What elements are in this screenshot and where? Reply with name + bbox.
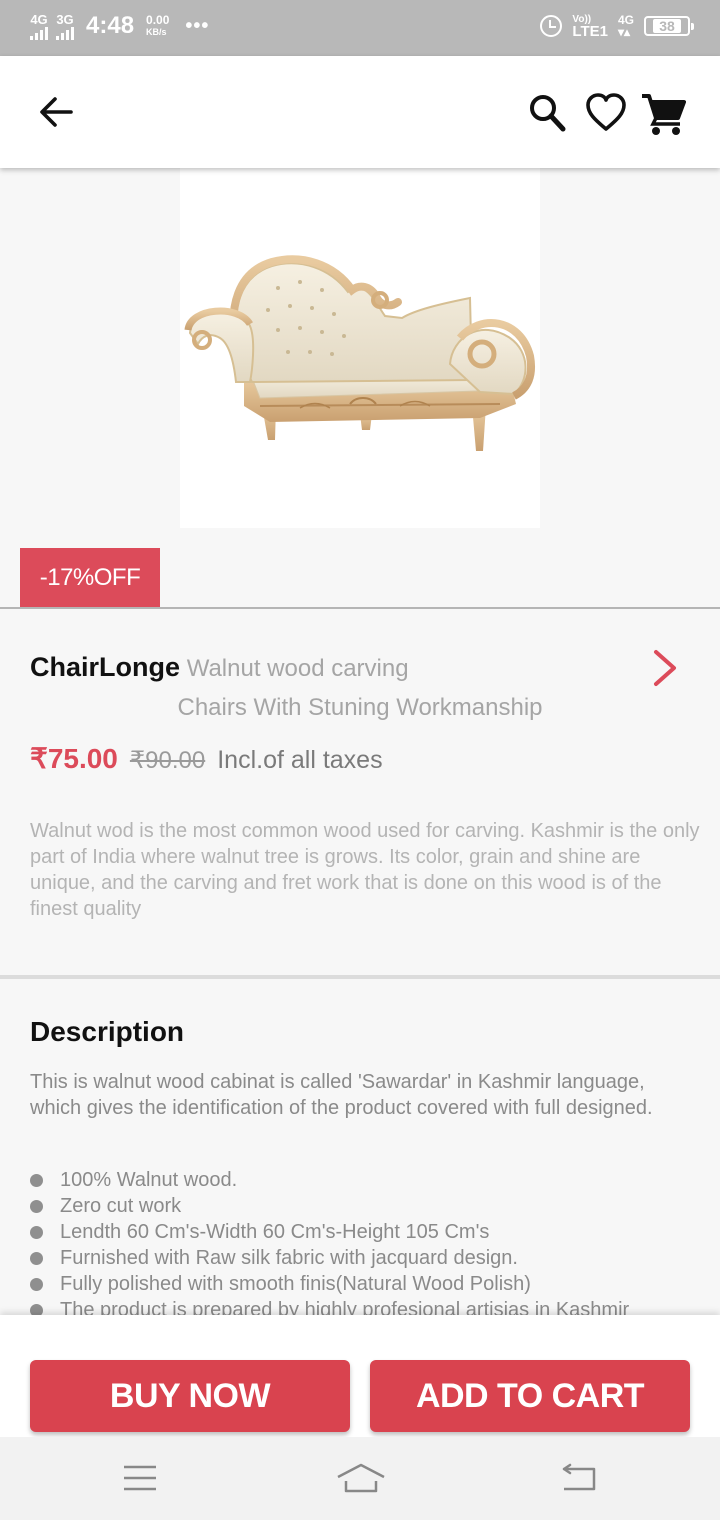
buy-now-button[interactable]: BUY NOW: [30, 1360, 350, 1432]
back-arrow-icon[interactable]: [36, 92, 76, 132]
product-subtitle-line2: Chairs With Stuning Workmanship: [177, 694, 543, 721]
system-nav-bar: [0, 1437, 720, 1520]
product-title: ChairLonge Walnut wood carving Chairs Wi…: [30, 648, 640, 727]
menu-icon[interactable]: [122, 1463, 158, 1493]
battery-icon: 38: [644, 16, 694, 36]
signal-4g-small-icon: 4G ▾▴: [617, 13, 634, 39]
chevron-right-icon[interactable]: [650, 648, 680, 688]
network-speed: 0.00 KB/s: [146, 13, 170, 37]
tax-note: Incl.of all taxes: [217, 746, 383, 774]
list-item: Zero cut work: [30, 1193, 710, 1219]
more-notifications-icon: •••: [185, 14, 210, 37]
description-heading: Description: [30, 1016, 185, 1047]
action-bar: BUY NOW ADD TO CART: [0, 1315, 720, 1437]
chaise-lounge-illustration: [184, 255, 535, 451]
short-description: Walnut wod is the most common wood used …: [30, 820, 700, 920]
feature-list: 100% Walnut wood. Zero cut work Lendth 6…: [30, 1167, 710, 1315]
description-body: This is walnut wood cabinat is called 'S…: [30, 1071, 653, 1119]
price-row: ₹75.00 ₹90.00 Incl.of all taxes: [30, 742, 383, 775]
list-item: Furnished with Raw silk fabric with jacq…: [30, 1245, 710, 1271]
bullet-icon: [30, 1225, 43, 1239]
list-item: Fully polished with smooth finis(Natural…: [30, 1271, 710, 1297]
bullet-icon: [30, 1173, 43, 1187]
signal-3g-icon: 3G: [56, 13, 74, 40]
search-icon[interactable]: [526, 92, 568, 134]
section-divider: [0, 975, 720, 979]
alarm-icon: [540, 15, 563, 37]
home-icon[interactable]: [336, 1463, 386, 1495]
bullet-icon: [30, 1199, 43, 1213]
price: ₹75.00: [30, 743, 118, 774]
list-item: The product is prepared by highly profes…: [30, 1297, 710, 1315]
bullet-icon: [30, 1303, 43, 1315]
divider: [0, 607, 720, 609]
product-name: ChairLonge: [30, 652, 181, 682]
old-price: ₹90.00: [129, 747, 206, 774]
app-bar: [0, 56, 720, 168]
clock: 4:48: [86, 12, 135, 39]
product-image[interactable]: [180, 168, 540, 528]
cart-icon[interactable]: [640, 92, 686, 136]
discount-badge: -17%OFF: [20, 548, 160, 608]
bullet-icon: [30, 1251, 43, 1265]
list-item: Lendth 60 Cm's-Width 60 Cm's-Height 105 …: [30, 1219, 710, 1245]
bullet-icon: [30, 1277, 43, 1291]
signal-4g-icon: 4G: [30, 13, 48, 40]
heart-icon[interactable]: [584, 92, 628, 134]
volte-indicator: Vo)) LTE1: [572, 14, 608, 40]
add-to-cart-button[interactable]: ADD TO CART: [370, 1360, 690, 1432]
list-item: 100% Walnut wood.: [30, 1167, 710, 1193]
product-subtitle-line1: Walnut wood carving: [186, 655, 409, 682]
status-bar: 4G 3G 4:48 0.00 KB/s ••• Vo)) LTE1 4G ▾▴ …: [0, 0, 720, 56]
back-nav-icon[interactable]: [560, 1463, 600, 1495]
